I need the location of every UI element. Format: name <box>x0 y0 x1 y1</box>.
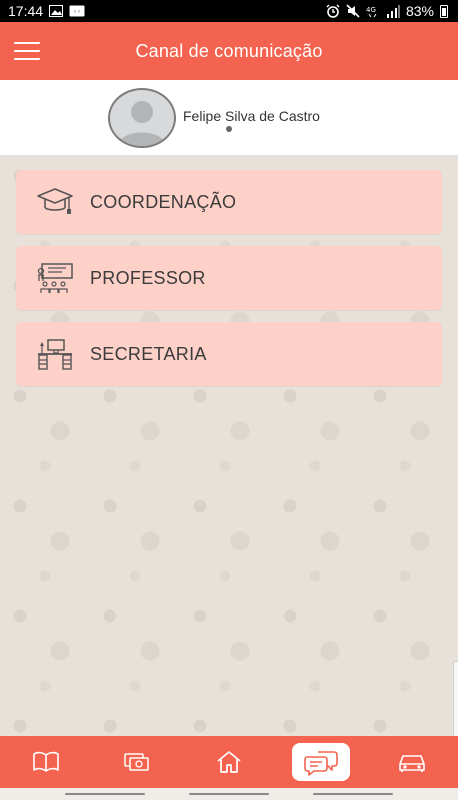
alarm-icon <box>326 4 340 18</box>
teacher-icon <box>36 261 74 295</box>
channel-list-area: COORDENAÇÃO PROFESSOR SECRETARIA <box>0 156 458 800</box>
gesture-handle <box>313 793 393 795</box>
status-dot <box>226 126 232 132</box>
channel-secretaria[interactable]: SECRETARIA <box>16 322 442 386</box>
channel-label: COORDENAÇÃO <box>90 191 237 212</box>
home-icon[interactable] <box>200 743 258 781</box>
battery-icon <box>440 4 448 18</box>
money-icon[interactable] <box>108 743 166 781</box>
bottom-nav <box>0 736 458 788</box>
signal-icon <box>386 4 400 18</box>
channel-list: COORDENAÇÃO PROFESSOR SECRETARIA <box>16 170 442 386</box>
profile-bar: Felipe Silva de Castro <box>0 80 458 156</box>
system-gesture-bar[interactable] <box>0 788 458 800</box>
channel-coordenacao[interactable]: COORDENAÇÃO <box>16 170 442 234</box>
gesture-handle <box>189 793 269 795</box>
channel-label: SECRETARIA <box>90 343 207 364</box>
svg-text:◦◦: ◦◦ <box>73 8 81 16</box>
chat-icon[interactable] <box>291 743 350 781</box>
app-header: Canal de comunicação <box>0 22 458 80</box>
status-right: 4G 83% <box>326 3 448 19</box>
hamburger-icon[interactable] <box>14 42 40 60</box>
channel-label: PROFESSOR <box>90 267 206 288</box>
network-icon: 4G <box>366 4 380 18</box>
book-icon[interactable] <box>17 743 75 781</box>
office-desk-icon <box>36 337 74 371</box>
user-name: Felipe Silva de Castro <box>183 108 320 124</box>
car-icon[interactable] <box>383 743 441 781</box>
image-icon <box>49 4 64 18</box>
status-time: 17:44 <box>8 3 44 19</box>
status-left: 17:44 ◦◦ <box>8 3 85 19</box>
gesture-handle <box>65 793 145 795</box>
battery-percent: 83% <box>405 3 434 19</box>
graduation-cap-icon <box>36 185 74 219</box>
cast-icon: ◦◦ <box>69 4 85 18</box>
mute-icon <box>346 4 360 18</box>
default-avatar-icon[interactable] <box>108 88 176 148</box>
status-bar: 17:44 ◦◦ 4G 83% <box>0 0 458 22</box>
svg-text:4G: 4G <box>366 6 376 14</box>
page-title: Canal de comunicação <box>135 40 323 61</box>
channel-professor[interactable]: PROFESSOR <box>16 246 442 310</box>
